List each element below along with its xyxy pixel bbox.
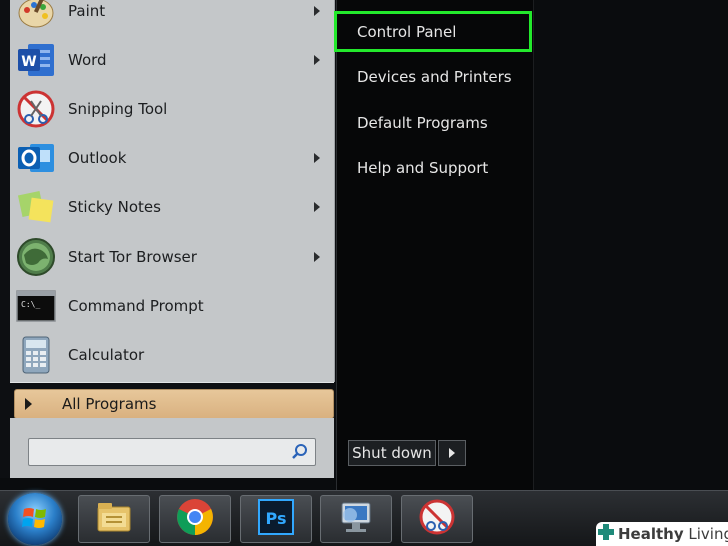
- watermark-text: Healthy Living: [618, 525, 728, 543]
- program-label: Snipping Tool: [68, 100, 168, 118]
- program-item-tor-browser[interactable]: Start Tor Browser: [14, 234, 326, 280]
- watermark-brand-bold: Healthy: [618, 525, 684, 543]
- sticky-notes-icon: [16, 187, 56, 227]
- control-panel-highlight: [334, 11, 532, 52]
- program-item-sticky-notes[interactable]: Sticky Notes: [14, 184, 326, 230]
- windows-desktop: Paint W Word Snipping Tool Outlook Stick…: [0, 0, 728, 546]
- program-label: Word: [68, 51, 107, 69]
- start-orb-icon[interactable]: [8, 493, 62, 545]
- shutdown-options-button[interactable]: [438, 440, 466, 466]
- taskbar-snipping-tool[interactable]: [401, 495, 473, 543]
- program-label: Paint: [68, 2, 106, 20]
- all-programs-button[interactable]: All Programs: [14, 389, 334, 419]
- submenu-arrow-icon: [314, 252, 320, 262]
- paint-icon: [16, 0, 56, 31]
- default-programs-link[interactable]: Default Programs: [357, 114, 488, 132]
- submenu-arrow-icon: [314, 153, 320, 163]
- program-item-word[interactable]: W Word: [14, 37, 326, 83]
- program-label: Start Tor Browser: [68, 248, 197, 266]
- program-item-paint[interactable]: Paint: [14, 0, 326, 34]
- shutdown-group: Shut down: [348, 440, 466, 466]
- search-area: [10, 418, 334, 478]
- snipping-tool-icon: [16, 89, 56, 129]
- all-programs-label: All Programs: [62, 395, 157, 413]
- chrome-icon: [175, 497, 215, 541]
- svg-text:C:\_: C:\_: [21, 300, 40, 309]
- taskbar-photoshop[interactable]: Ps: [240, 495, 312, 543]
- outlook-icon: [16, 138, 56, 178]
- tor-browser-icon: [16, 237, 56, 277]
- network-icon: [336, 497, 376, 541]
- submenu-arrow-icon: [314, 202, 320, 212]
- devices-and-printers-link[interactable]: Devices and Printers: [357, 68, 512, 86]
- program-item-calculator[interactable]: Calculator: [14, 332, 326, 378]
- photoshop-icon: Ps: [258, 499, 294, 539]
- help-and-support-link[interactable]: Help and Support: [357, 159, 488, 177]
- arrow-right-icon: [25, 398, 32, 410]
- photoshop-text: Ps: [266, 509, 287, 528]
- program-label: Command Prompt: [68, 297, 204, 315]
- search-icon[interactable]: [291, 443, 309, 461]
- start-menu-left-pane: Paint W Word Snipping Tool Outlook Stick…: [0, 0, 336, 478]
- word-icon: W: [16, 40, 56, 80]
- shutdown-button[interactable]: Shut down: [348, 440, 436, 466]
- taskbar-file-explorer[interactable]: [78, 495, 150, 543]
- start-menu-right-pane: Control Panel Devices and Printers Defau…: [336, 0, 534, 492]
- calculator-icon: [16, 335, 56, 375]
- watermark: Healthy Living: [596, 522, 728, 546]
- watermark-brand-rest: Living: [688, 525, 728, 543]
- program-label: Outlook: [68, 149, 127, 167]
- file-explorer-icon: [94, 499, 134, 539]
- arrow-right-icon: [449, 448, 455, 458]
- plus-icon: [596, 522, 616, 546]
- all-programs-divider: [10, 382, 334, 383]
- submenu-arrow-icon: [314, 55, 320, 65]
- program-item-outlook[interactable]: Outlook: [14, 135, 326, 181]
- submenu-arrow-icon: [314, 6, 320, 16]
- svg-text:W: W: [21, 54, 36, 70]
- program-item-snipping-tool[interactable]: Snipping Tool: [14, 86, 326, 132]
- program-label: Calculator: [68, 346, 145, 364]
- search-input[interactable]: [28, 438, 316, 466]
- taskbar-network[interactable]: [320, 495, 392, 543]
- snipping-tool-icon: [417, 497, 457, 541]
- program-label: Sticky Notes: [68, 198, 161, 216]
- taskbar-chrome[interactable]: [159, 495, 231, 543]
- program-item-command-prompt[interactable]: C:\_ Command Prompt: [14, 283, 326, 329]
- programs-list: Paint W Word Snipping Tool Outlook Stick…: [10, 0, 335, 382]
- command-prompt-icon: C:\_: [16, 286, 56, 326]
